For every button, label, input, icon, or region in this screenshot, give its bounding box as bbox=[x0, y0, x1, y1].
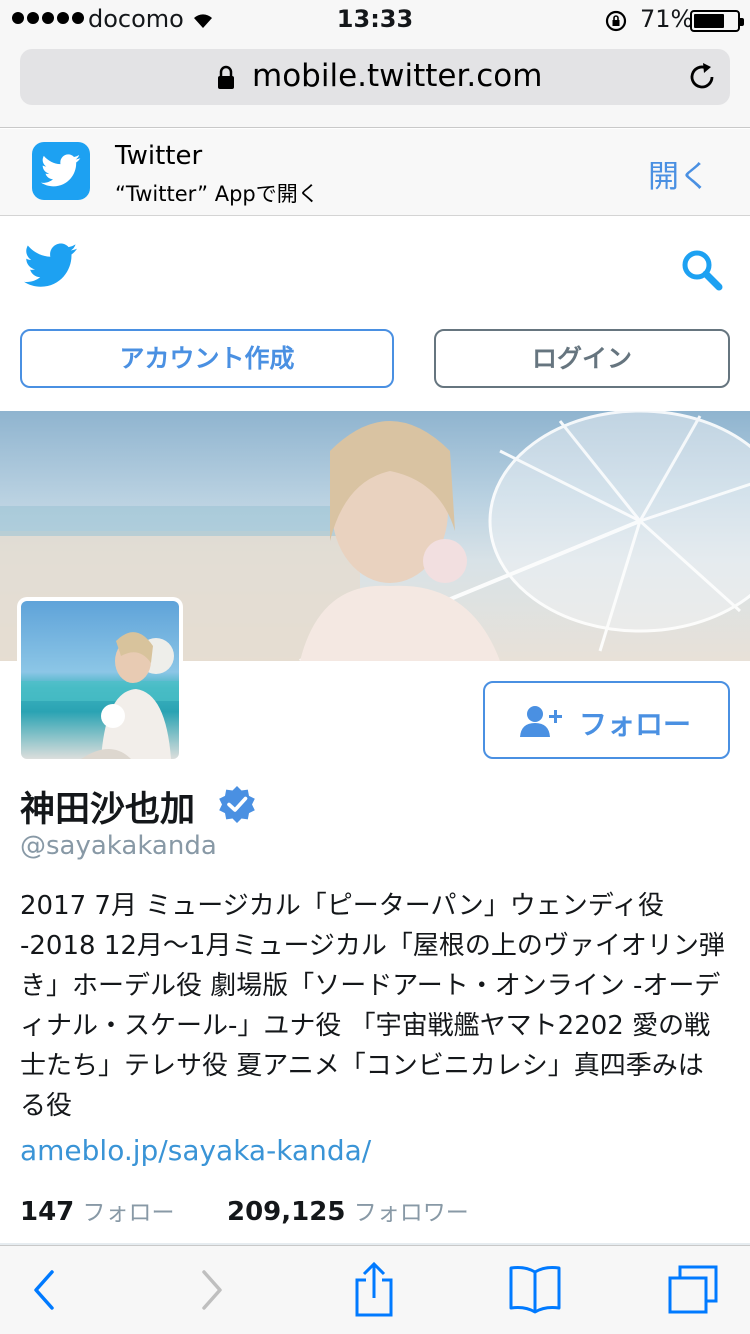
back-icon[interactable] bbox=[30, 1266, 60, 1314]
app-banner-title: Twitter bbox=[115, 141, 203, 171]
status-bar: docomo 13:33 71% bbox=[0, 0, 750, 40]
rotation-lock-icon bbox=[605, 10, 627, 32]
profile-avatar[interactable] bbox=[17, 597, 183, 763]
twitter-bird-icon bbox=[41, 154, 81, 187]
reload-icon[interactable] bbox=[686, 61, 718, 93]
tabs-icon[interactable] bbox=[666, 1264, 720, 1316]
app-banner-subtitle: “Twitter” Appで開く bbox=[115, 182, 319, 206]
url-text: mobile.twitter.com bbox=[252, 58, 543, 94]
verified-badge-icon bbox=[219, 786, 255, 823]
create-account-button[interactable]: アカウント作成 bbox=[20, 329, 394, 388]
profile-name: 神田沙也加 bbox=[20, 790, 196, 830]
lock-icon bbox=[218, 65, 234, 89]
follow-button-label: フォロー bbox=[579, 708, 692, 741]
forward-icon[interactable] bbox=[196, 1266, 226, 1314]
login-button[interactable]: ログイン bbox=[434, 329, 730, 388]
followers-count: 209,125 bbox=[227, 1197, 346, 1227]
profile-bio: 2017 7月 ミュージカル「ピーターパン」ウェンディ役 -2018 12月〜1… bbox=[20, 891, 725, 1121]
following-stat[interactable]: 147 フォロー bbox=[20, 1197, 175, 1227]
profile-stats: 147 フォロー 209,125 フォロワー bbox=[20, 1193, 469, 1227]
followers-stat[interactable]: 209,125 フォロワー bbox=[227, 1193, 469, 1227]
browser-toolbar bbox=[0, 1245, 750, 1334]
battery-icon bbox=[690, 10, 744, 32]
open-app-button[interactable]: 開く bbox=[648, 151, 710, 196]
twitter-app-icon bbox=[32, 142, 90, 200]
browser-address-bar: mobile.twitter.com bbox=[0, 40, 750, 128]
profile-handle: @sayakakanda bbox=[20, 831, 217, 861]
followers-label: フォロワー bbox=[353, 1200, 469, 1226]
url-field[interactable]: mobile.twitter.com bbox=[20, 49, 730, 105]
share-icon[interactable] bbox=[352, 1260, 396, 1318]
following-label: フォロー bbox=[82, 1200, 175, 1226]
bookmarks-icon[interactable] bbox=[508, 1264, 562, 1314]
status-time: 13:33 bbox=[336, 5, 414, 33]
twitter-bird-logo[interactable] bbox=[24, 242, 78, 290]
battery-percent: 71% bbox=[640, 5, 694, 33]
follow-button[interactable]: フォロー bbox=[483, 681, 730, 759]
profile-website-link[interactable]: ameblo.jp/sayaka-kanda/ bbox=[20, 1134, 371, 1167]
search-icon[interactable] bbox=[680, 248, 724, 292]
app-banner: Twitter “Twitter” Appで開く 開く bbox=[0, 129, 750, 216]
add-user-icon bbox=[520, 706, 562, 737]
following-count: 147 bbox=[20, 1197, 75, 1227]
